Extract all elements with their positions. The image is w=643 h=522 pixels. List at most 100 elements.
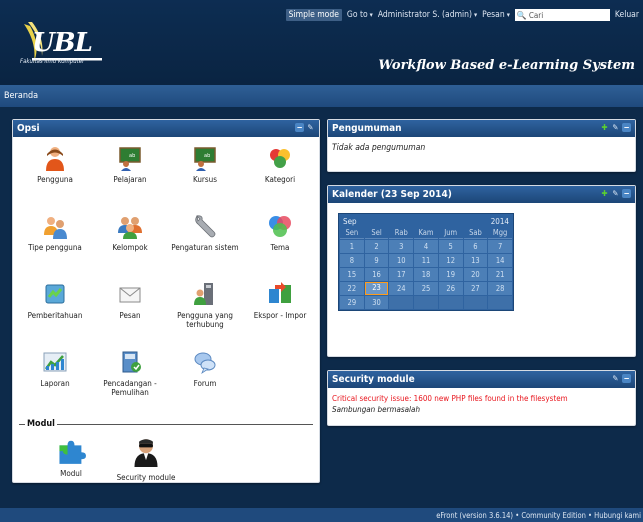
option-groups[interactable]: Kelompok — [94, 213, 166, 281]
calendar-day[interactable]: 11 — [414, 254, 438, 267]
option-label: Pemberitahuan — [27, 311, 83, 320]
calendar-day[interactable]: 13 — [463, 254, 488, 267]
svg-text:ab: ab — [129, 153, 135, 159]
option-label: Kursus — [193, 175, 217, 184]
option-messages[interactable]: Pesan — [94, 281, 166, 349]
option-security-module[interactable]: Security module — [110, 435, 182, 503]
add-icon[interactable]: ✚ — [600, 123, 609, 132]
security-alert[interactable]: Critical security issue: 1600 new PHP fi… — [332, 393, 631, 404]
calendar-day[interactable]: 6 — [463, 240, 488, 253]
logo-text: UBL — [32, 28, 93, 58]
calendar-dayname: Sab — [463, 228, 488, 239]
calendar-day[interactable]: 15 — [340, 268, 364, 281]
option-courses[interactable]: ab Kursus — [169, 145, 241, 213]
options-panel-header: Opsi − ✎ — [13, 120, 319, 137]
calendar-day[interactable]: 18 — [414, 268, 438, 281]
calendar-day[interactable]: 16 — [364, 268, 389, 281]
calendar-empty-cell — [438, 296, 463, 309]
option-export-import[interactable]: Ekspor - Impor — [244, 281, 316, 349]
minimize-icon[interactable]: − — [622, 189, 631, 198]
breadcrumb-home[interactable]: Beranda — [4, 91, 38, 101]
settings-icon[interactable]: ✎ — [306, 123, 315, 132]
calendar-day[interactable]: 10 — [389, 254, 414, 267]
calendar-day[interactable]: 5 — [438, 240, 463, 253]
settings-icon[interactable]: ✎ — [611, 374, 620, 383]
calendar-day[interactable]: 24 — [389, 282, 414, 295]
calendar-day[interactable]: 1 — [340, 240, 364, 253]
option-label: Kategori — [264, 175, 296, 184]
option-system-settings[interactable]: Pengaturan sistem — [169, 213, 241, 281]
option-label: Pengguna — [37, 175, 73, 184]
notification-icon — [45, 284, 65, 304]
calendar-empty-cell — [389, 296, 414, 309]
modul-grid: Modul Security module — [13, 431, 319, 503]
calendar-day[interactable]: 14 — [488, 254, 512, 267]
goto-menu[interactable]: Go to — [347, 10, 373, 20]
calendar-year[interactable]: 2014 — [491, 217, 509, 226]
calendar-empty-cell — [488, 296, 512, 309]
calendar-dayname: Jum — [438, 228, 463, 239]
calendar-day[interactable]: 8 — [340, 254, 364, 267]
calendar-day[interactable]: 19 — [438, 268, 463, 281]
calendar-day[interactable]: 7 — [488, 240, 512, 253]
calendar-day[interactable]: 4 — [414, 240, 438, 253]
export-import-icon — [269, 282, 291, 303]
calendar-dayname: Kam — [414, 228, 438, 239]
calendar-day[interactable]: 12 — [438, 254, 463, 267]
calendar-day[interactable]: 28 — [488, 282, 512, 295]
modul-section-heading: Modul — [19, 417, 313, 431]
option-forum[interactable]: Forum — [169, 349, 241, 417]
calendar-day-today[interactable]: 23 — [364, 282, 389, 295]
option-lessons[interactable]: ab Pelajaran — [94, 145, 166, 213]
calendar-day[interactable]: 22 — [340, 282, 364, 295]
option-connected-users[interactable]: Pengguna yang terhubung — [169, 281, 241, 349]
puzzle-icon — [59, 440, 86, 464]
option-notifications[interactable]: Pemberitahuan — [19, 281, 91, 349]
simple-mode-link[interactable]: Simple mode — [285, 9, 342, 21]
calendar-day[interactable]: 2 — [364, 240, 389, 253]
calendar-panel: Kalender (23 Sep 2014) ✚ ✎ − Sep 2014 Se… — [327, 185, 636, 357]
option-backup-restore[interactable]: Pencadangan - Pemulihan — [94, 349, 166, 417]
security-title: Security module — [332, 374, 415, 385]
option-categories[interactable]: Kategori — [244, 145, 316, 213]
calendar-day[interactable]: 9 — [364, 254, 389, 267]
calendar-month[interactable]: Sep — [343, 217, 357, 226]
user-menu[interactable]: Administrator S. (admin) — [378, 10, 477, 20]
forum-icon — [194, 352, 216, 375]
user-icon — [46, 147, 64, 171]
blackboard-icon: ab — [119, 147, 141, 171]
announcements-empty-text: Tidak ada pengumuman — [332, 143, 426, 153]
option-label: Pelajaran — [113, 175, 147, 184]
logout-link[interactable]: Keluar — [615, 10, 639, 20]
calendar-day[interactable]: 30 — [364, 296, 389, 309]
calendar-day[interactable]: 3 — [389, 240, 414, 253]
calendar-day[interactable]: 26 — [438, 282, 463, 295]
settings-icon[interactable]: ✎ — [611, 189, 620, 198]
calendar-day[interactable]: 27 — [463, 282, 488, 295]
search-icon: 🔍 — [516, 10, 527, 20]
option-reports[interactable]: Laporan — [19, 349, 91, 417]
option-themes[interactable]: Tema — [244, 213, 316, 281]
calendar-day[interactable]: 21 — [488, 268, 512, 281]
add-icon[interactable]: ✚ — [600, 189, 609, 198]
footer-text[interactable]: eFront (version 3.6.14) • Community Edit… — [436, 511, 641, 520]
minimize-icon[interactable]: − — [295, 123, 304, 132]
report-chart-icon — [43, 352, 67, 372]
calendar-dayname: Sel — [364, 228, 389, 239]
option-modules[interactable]: Modul — [35, 435, 107, 503]
calendar-grid: Sen Sel Rab Kam Jum Sab Mgg 1 2 3 4 5 6 7 8 9 10 11 12 13 14… — [339, 228, 513, 310]
calendar-day[interactable]: 25 — [414, 282, 438, 295]
messages-menu[interactable]: Pesan — [482, 10, 510, 20]
minimize-icon[interactable]: − — [622, 374, 631, 383]
calendar-day[interactable]: 17 — [389, 268, 414, 281]
calendar-day[interactable]: 20 — [463, 268, 488, 281]
calendar-day[interactable]: 29 — [340, 296, 364, 309]
top-toolbar: Simple mode Go to Administrator S. (admi… — [285, 8, 639, 22]
minimize-icon[interactable]: − — [622, 123, 631, 132]
settings-icon[interactable]: ✎ — [611, 123, 620, 132]
backup-icon — [122, 351, 141, 373]
option-user-types[interactable]: Tipe pengguna — [19, 213, 91, 281]
option-label: Tipe pengguna — [28, 243, 82, 252]
option-users[interactable]: Pengguna — [19, 145, 91, 213]
search-input[interactable]: 🔍 Cari — [514, 9, 610, 21]
